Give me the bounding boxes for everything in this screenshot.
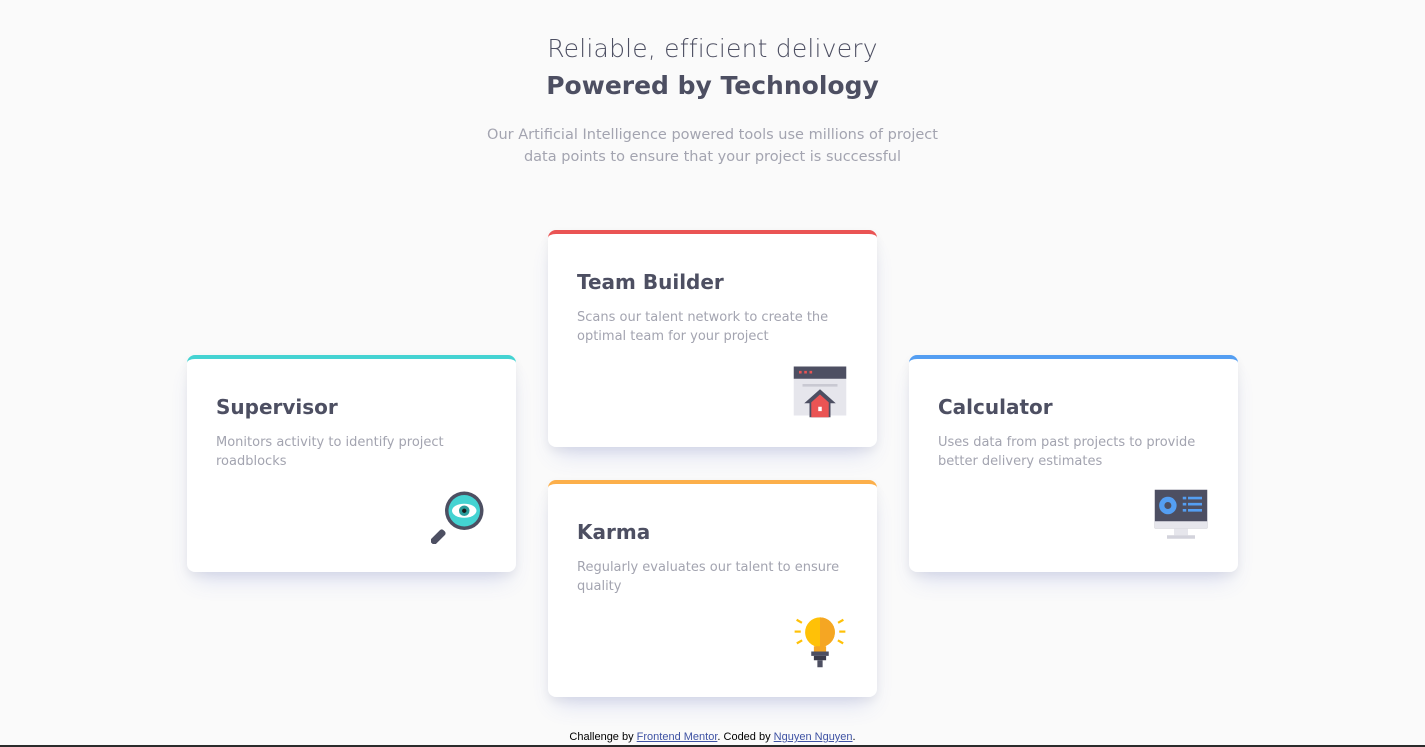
card-text: Monitors activity to identify project ro…: [216, 435, 444, 469]
attribution-prefix: Challenge by: [569, 731, 637, 743]
team-builder-icon: [793, 366, 847, 418]
frontend-mentor-link[interactable]: Frontend Mentor: [637, 731, 718, 743]
calculator-icon: [1154, 489, 1208, 539]
card-title: Karma: [577, 520, 651, 544]
header: Reliable, efficient delivery Powered by …: [0, 34, 1425, 168]
card-title: Supervisor: [216, 395, 338, 419]
card-calculator: Calculator Uses data from past projects …: [909, 355, 1238, 572]
attribution-middle: . Coded by: [717, 731, 774, 743]
karma-icon: [794, 617, 846, 668]
attribution-suffix: .: [852, 731, 856, 743]
card-title: Calculator: [938, 395, 1053, 419]
card-title: Team Builder: [577, 270, 724, 294]
card-text: Regularly evaluates our talent to ensure…: [577, 560, 840, 594]
card-karma: Karma Regularly evaluates our talent to …: [548, 480, 877, 697]
header-subtitle: Reliable, efficient delivery: [547, 34, 878, 63]
card-team-builder: Team Builder Scans our talent network to…: [548, 230, 877, 447]
attribution: Challenge by Frontend Mentor. Coded by N…: [0, 731, 1425, 743]
card-text: Scans our talent network to create the o…: [577, 310, 829, 344]
card-text: Uses data from past projects to provide …: [938, 435, 1196, 469]
author-link[interactable]: Nguyen Nguyen: [774, 731, 853, 743]
card-supervisor: Supervisor Monitors activity to identify…: [187, 355, 516, 572]
page-title: Powered by Technology: [546, 71, 879, 100]
intro-text: Our Artificial Intelligence powered tool…: [487, 127, 938, 165]
supervisor-icon: [431, 491, 484, 544]
